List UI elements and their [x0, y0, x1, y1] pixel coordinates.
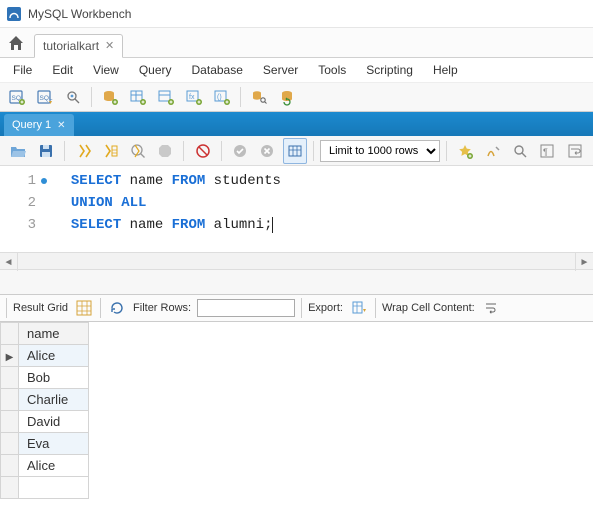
sql-editor[interactable]: 123 SELECT name FROM students UNION ALL …	[0, 166, 593, 252]
db-create-view-icon[interactable]	[153, 84, 179, 110]
autocommit-toggle-icon[interactable]	[283, 138, 307, 164]
cell[interactable]: Eva	[19, 433, 89, 455]
editor-code[interactable]: SELECT name FROM students UNION ALL SELE…	[54, 166, 593, 252]
close-icon[interactable]: ✕	[57, 120, 65, 131]
wrap-icon[interactable]	[563, 138, 587, 164]
result-grid-icon[interactable]	[74, 298, 94, 318]
rollback-icon[interactable]	[255, 138, 279, 164]
cell[interactable]: Alice	[19, 455, 89, 477]
inspector-icon[interactable]	[60, 84, 86, 110]
connection-tab[interactable]: tutorialkart ✕	[34, 34, 123, 58]
toggle-invisible-icon[interactable]: ¶	[535, 138, 559, 164]
menu-file[interactable]: File	[4, 60, 41, 80]
cell[interactable]: Charlie	[19, 389, 89, 411]
table-row[interactable]: Eva	[1, 433, 89, 455]
menubar: FileEditViewQueryDatabaseServerToolsScri…	[0, 58, 593, 82]
table-row[interactable]: Alice	[1, 455, 89, 477]
titlebar: MySQL Workbench	[0, 0, 593, 28]
toolbar-separator	[183, 141, 184, 161]
cell[interactable]: David	[19, 411, 89, 433]
db-create-schema-icon[interactable]	[97, 84, 123, 110]
toggle-nocommit-icon[interactable]	[190, 138, 214, 164]
panel-gap	[0, 270, 593, 294]
toolbar-separator	[64, 141, 65, 161]
menu-edit[interactable]: Edit	[43, 60, 82, 80]
table-row[interactable]: ▶Alice	[1, 345, 89, 367]
app-icon	[6, 6, 22, 22]
explain-icon[interactable]	[126, 138, 150, 164]
svg-text:¶: ¶	[543, 147, 548, 157]
scroll-left-icon[interactable]: ◄	[0, 253, 18, 271]
svg-text:fx: fx	[189, 94, 195, 101]
svg-text:(): ()	[217, 94, 222, 101]
table-row	[1, 477, 89, 499]
toolbar-separator	[446, 141, 447, 161]
new-sql-tab-icon[interactable]: SQL	[4, 84, 30, 110]
cell[interactable]: Bob	[19, 367, 89, 389]
toolbar-separator	[240, 87, 241, 107]
query-tab-row: Query 1 ✕	[0, 112, 593, 136]
menu-database[interactable]: Database	[183, 60, 252, 80]
execute-current-icon[interactable]	[98, 138, 122, 164]
main-toolbar: SQL SQL fx ()	[0, 82, 593, 112]
open-file-icon[interactable]	[6, 138, 30, 164]
column-header[interactable]: name	[19, 323, 89, 345]
wrap-cell-icon[interactable]	[481, 298, 501, 318]
home-icon[interactable]	[4, 31, 28, 55]
connection-tab-label: tutorialkart	[43, 39, 99, 53]
stop-icon[interactable]	[153, 138, 177, 164]
toolbar-separator	[313, 141, 314, 161]
cell[interactable]: Alice	[19, 345, 89, 367]
beautify-icon[interactable]	[480, 138, 504, 164]
editor-hscrollbar[interactable]: ◄ ►	[0, 252, 593, 270]
db-create-func-icon[interactable]: ()	[209, 84, 235, 110]
table-row[interactable]: David	[1, 411, 89, 433]
editor-toolbar: Limit to 1000 rows ¶	[0, 136, 593, 166]
result-grid[interactable]: name▶AliceBobCharlieDavidEvaAlice	[0, 322, 89, 499]
filter-rows-label: Filter Rows:	[133, 302, 191, 314]
favorite-icon[interactable]	[453, 138, 477, 164]
wrap-cell-label: Wrap Cell Content:	[382, 302, 475, 314]
result-grid-label: Result Grid	[13, 302, 68, 314]
filter-rows-input[interactable]	[197, 299, 295, 317]
close-icon[interactable]: ✕	[105, 39, 114, 52]
menu-query[interactable]: Query	[130, 60, 181, 80]
menu-tools[interactable]: Tools	[309, 60, 355, 80]
app-title: MySQL Workbench	[28, 7, 131, 21]
open-sql-file-icon[interactable]: SQL	[32, 84, 58, 110]
menu-view[interactable]: View	[84, 60, 128, 80]
row-limit-select[interactable]: Limit to 1000 rows	[320, 140, 440, 162]
save-icon[interactable]	[33, 138, 57, 164]
db-create-proc-icon[interactable]: fx	[181, 84, 207, 110]
find-icon[interactable]	[508, 138, 532, 164]
db-search-icon[interactable]	[246, 84, 272, 110]
db-reconnect-icon[interactable]	[274, 84, 300, 110]
export-label: Export:	[308, 302, 343, 314]
query-tab-label: Query 1	[12, 119, 51, 131]
commit-icon[interactable]	[228, 138, 252, 164]
execute-icon[interactable]	[71, 138, 95, 164]
refresh-icon[interactable]	[107, 298, 127, 318]
menu-scripting[interactable]: Scripting	[357, 60, 422, 80]
db-create-table-icon[interactable]	[125, 84, 151, 110]
export-icon[interactable]	[349, 298, 369, 318]
editor-gutter: 123	[0, 166, 54, 252]
table-row[interactable]: Charlie	[1, 389, 89, 411]
query-tab[interactable]: Query 1 ✕	[4, 114, 74, 136]
result-toolbar: Result Grid Filter Rows: Export: Wrap Ce…	[0, 294, 593, 322]
menu-help[interactable]: Help	[424, 60, 467, 80]
menu-server[interactable]: Server	[254, 60, 307, 80]
toolbar-separator	[91, 87, 92, 107]
toolbar-separator	[221, 141, 222, 161]
scroll-right-icon[interactable]: ►	[575, 253, 593, 271]
svg-text:SQL: SQL	[40, 95, 53, 102]
connection-tab-row: tutorialkart ✕	[0, 28, 593, 58]
table-row[interactable]: Bob	[1, 367, 89, 389]
